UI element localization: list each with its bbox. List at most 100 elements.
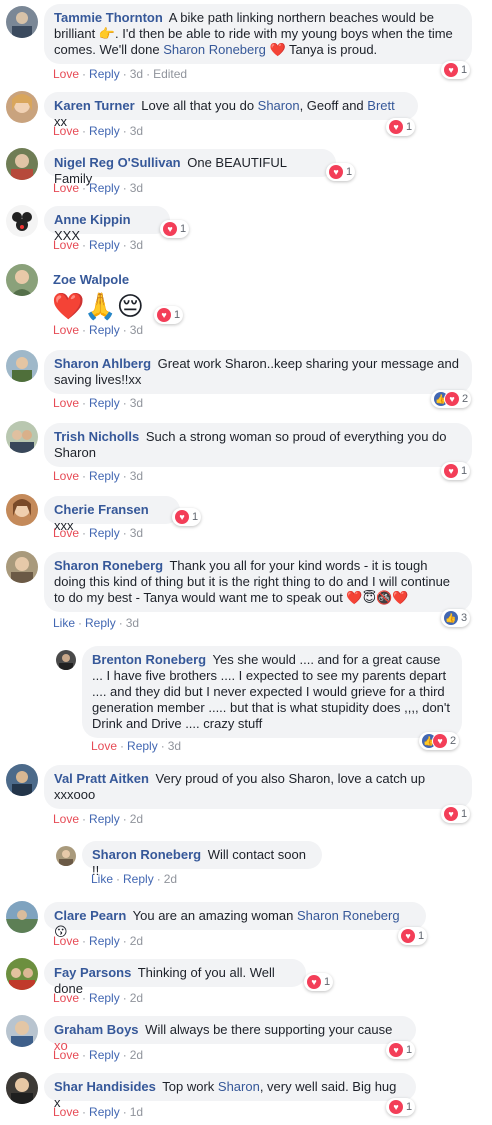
- reply-button[interactable]: Reply: [89, 181, 120, 195]
- love-button[interactable]: Love: [53, 469, 79, 483]
- timestamp[interactable]: 3d: [130, 181, 143, 195]
- reply-button[interactable]: Reply: [89, 67, 120, 81]
- love-button[interactable]: Love: [53, 67, 79, 81]
- commenter-name[interactable]: Cherie Fransen: [54, 502, 149, 517]
- love-button[interactable]: Love: [53, 991, 79, 1005]
- like-button[interactable]: Like: [53, 616, 75, 630]
- timestamp[interactable]: 2d: [130, 991, 143, 1005]
- reply-button[interactable]: Reply: [89, 991, 120, 1005]
- reply-button[interactable]: Reply: [89, 396, 120, 410]
- timestamp[interactable]: 3d: [126, 616, 139, 630]
- love-button[interactable]: Love: [53, 124, 79, 138]
- love-button[interactable]: Love: [53, 181, 79, 195]
- mention-link[interactable]: Sharon: [218, 1079, 260, 1094]
- avatar[interactable]: [56, 846, 76, 866]
- reply-button[interactable]: Reply: [89, 238, 120, 252]
- commenter-name[interactable]: Sharon Roneberg: [92, 847, 201, 862]
- reply-button[interactable]: Reply: [127, 739, 158, 753]
- love-button[interactable]: Love: [91, 739, 117, 753]
- timestamp[interactable]: 3d: [130, 323, 143, 337]
- reaction-badge[interactable]: ♥ 1: [398, 927, 428, 945]
- commenter-name[interactable]: Trish Nicholls: [54, 429, 139, 444]
- reply-button[interactable]: Reply: [89, 812, 120, 826]
- commenter-name[interactable]: Sharon Ahlberg: [54, 356, 151, 371]
- commenter-name[interactable]: Zoe Walpole: [53, 272, 129, 287]
- reaction-badge[interactable]: ♥ 1: [172, 508, 202, 526]
- avatar[interactable]: [6, 205, 38, 237]
- love-button[interactable]: Love: [53, 526, 79, 540]
- reaction-badge[interactable]: 👍 3: [441, 609, 471, 627]
- commenter-name[interactable]: Fay Parsons: [54, 965, 131, 980]
- commenter-name[interactable]: Anne Kippin: [54, 212, 131, 227]
- avatar[interactable]: [6, 1072, 38, 1104]
- avatar[interactable]: [56, 650, 76, 670]
- commenter-name[interactable]: Brenton Roneberg: [92, 652, 206, 667]
- reaction-badge[interactable]: ♥ 1: [154, 306, 184, 324]
- avatar[interactable]: [6, 148, 38, 180]
- love-button[interactable]: Love: [53, 1048, 79, 1062]
- avatar[interactable]: [6, 421, 38, 453]
- avatar[interactable]: [6, 494, 38, 526]
- reaction-badge[interactable]: ♥ 1: [441, 61, 471, 79]
- timestamp[interactable]: 3d: [130, 526, 143, 540]
- commenter-name[interactable]: Nigel Reg O'Sullivan: [54, 155, 181, 170]
- reply-button[interactable]: Reply: [89, 1048, 120, 1062]
- commenter-name[interactable]: Karen Turner: [54, 98, 135, 113]
- reply-button[interactable]: Reply: [89, 323, 120, 337]
- mention-link[interactable]: Sharon: [258, 98, 300, 113]
- avatar[interactable]: [6, 264, 38, 296]
- commenter-name[interactable]: Clare Pearn: [54, 908, 126, 923]
- reaction-badge[interactable]: ♥ 1: [386, 118, 416, 136]
- love-button[interactable]: Love: [53, 812, 79, 826]
- commenter-name[interactable]: Val Pratt Aitken: [54, 771, 149, 786]
- love-button[interactable]: Love: [53, 238, 79, 252]
- timestamp[interactable]: 3d: [130, 124, 143, 138]
- reply-button[interactable]: Reply: [85, 616, 116, 630]
- reply-button[interactable]: Reply: [89, 469, 120, 483]
- avatar[interactable]: [6, 551, 38, 583]
- commenter-name[interactable]: Graham Boys: [54, 1022, 139, 1037]
- reaction-badge[interactable]: 👍 ♥ 2: [419, 732, 460, 750]
- timestamp[interactable]: 3d: [130, 67, 143, 81]
- avatar[interactable]: [6, 91, 38, 123]
- avatar[interactable]: [6, 350, 38, 382]
- timestamp[interactable]: 2d: [130, 812, 143, 826]
- reply-button[interactable]: Reply: [89, 526, 120, 540]
- avatar[interactable]: [6, 958, 38, 990]
- avatar[interactable]: [6, 6, 38, 38]
- commenter-name[interactable]: Shar Handisides: [54, 1079, 156, 1094]
- avatar[interactable]: [6, 764, 38, 796]
- reaction-badge[interactable]: ♥ 1: [326, 163, 356, 181]
- reaction-badge[interactable]: ♥ 1: [441, 462, 471, 480]
- reply-button[interactable]: Reply: [89, 124, 120, 138]
- reaction-badge[interactable]: ♥ 1: [386, 1098, 416, 1116]
- timestamp[interactable]: 2d: [130, 1048, 143, 1062]
- avatar[interactable]: [6, 1015, 38, 1047]
- reply-button[interactable]: Reply: [89, 1105, 120, 1119]
- like-button[interactable]: Like: [91, 872, 113, 886]
- commenter-name[interactable]: Sharon Roneberg: [54, 558, 163, 573]
- timestamp[interactable]: 1d: [130, 1105, 143, 1119]
- commenter-name[interactable]: Tammie Thornton: [54, 10, 163, 25]
- reaction-badge[interactable]: ♥ 1: [160, 220, 190, 238]
- mention-link[interactable]: Sharon Roneberg: [163, 42, 266, 57]
- timestamp[interactable]: 3d: [168, 739, 181, 753]
- reaction-badge[interactable]: ♥ 1: [304, 973, 334, 991]
- reply-button[interactable]: Reply: [89, 934, 120, 948]
- timestamp[interactable]: 3d: [130, 469, 143, 483]
- timestamp[interactable]: 2d: [130, 934, 143, 948]
- love-button[interactable]: Love: [53, 396, 79, 410]
- reaction-badge[interactable]: ♥ 1: [386, 1041, 416, 1059]
- love-button[interactable]: Love: [53, 323, 79, 337]
- timestamp[interactable]: 3d: [130, 396, 143, 410]
- love-button[interactable]: Love: [53, 934, 79, 948]
- reaction-badge[interactable]: ♥ 1: [441, 805, 471, 823]
- love-button[interactable]: Love: [53, 1105, 79, 1119]
- mention-link[interactable]: Sharon Roneberg: [297, 908, 400, 923]
- timestamp[interactable]: 3d: [130, 238, 143, 252]
- mention-link[interactable]: Brett: [367, 98, 394, 113]
- timestamp[interactable]: 2d: [164, 872, 177, 886]
- reaction-badge[interactable]: 👍 ♥ 2: [431, 390, 472, 408]
- reply-button[interactable]: Reply: [123, 872, 154, 886]
- avatar[interactable]: [6, 901, 38, 933]
